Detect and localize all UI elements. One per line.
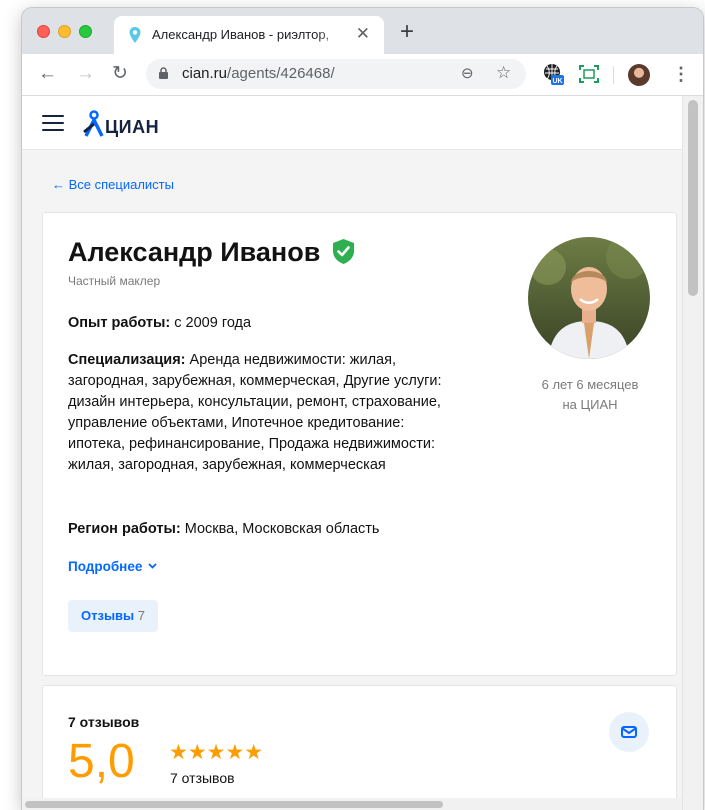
experience-label: Опыт работы: bbox=[68, 315, 171, 331]
horizontal-scrollbar-thumb[interactable] bbox=[25, 801, 443, 808]
reviews-title: 7 отзывов bbox=[68, 714, 140, 730]
tenure-on-cian: 6 лет 6 месяцев на ЦИАН bbox=[521, 375, 659, 415]
chevron-down-icon bbox=[148, 563, 157, 569]
tenure-duration: 6 лет 6 месяцев bbox=[541, 377, 639, 392]
url-path: /agents/426468/ bbox=[227, 65, 335, 82]
page-viewport: ЦИАН ← Все специалисты Александр Иванов … bbox=[22, 96, 703, 810]
tenure-suffix: на ЦИАН bbox=[562, 397, 618, 412]
rating-stars: ★★★★★ bbox=[169, 741, 264, 764]
specialization-label: Специализация: bbox=[68, 352, 186, 368]
extension-badge: UK bbox=[552, 78, 562, 85]
forward-arrow-icon[interactable]: → bbox=[76, 63, 95, 85]
agent-name: Александр Иванов bbox=[68, 237, 321, 267]
vertical-scrollbar-thumb[interactable] bbox=[688, 100, 698, 296]
specialization-value: Аренда недвижимости: жилая, загородная, … bbox=[68, 352, 442, 473]
maximize-window-button[interactable] bbox=[79, 25, 92, 38]
url-host: cian.ru bbox=[182, 65, 228, 82]
experience-row: Опыт работы: с 2009 года bbox=[68, 313, 448, 334]
hamburger-menu-icon[interactable] bbox=[42, 115, 64, 131]
location-pin-icon bbox=[129, 27, 141, 43]
profile-avatar[interactable] bbox=[628, 64, 650, 86]
reviews-count: 7 отзывов bbox=[170, 770, 235, 786]
bookmark-star-icon[interactable]: ☆ bbox=[496, 63, 511, 83]
browser-tab-active[interactable]: Александр Иванов - риэлтор, ✕ bbox=[114, 16, 384, 54]
cian-logo-icon bbox=[83, 110, 104, 137]
region-label: Регион работы: bbox=[68, 521, 181, 537]
reload-icon[interactable]: ↻ bbox=[112, 63, 128, 85]
write-message-button[interactable] bbox=[609, 712, 649, 752]
browser-toolbar: ← → ↻ cian.ru/agents/426468/ ⊖ ☆ UK ⋮ bbox=[22, 54, 703, 96]
region-row: Регион работы: Москва, Московская област… bbox=[68, 519, 448, 540]
envelope-icon bbox=[621, 726, 637, 738]
agent-type: Частный маклер bbox=[68, 274, 161, 288]
zoom-icon[interactable]: ⊖ bbox=[461, 64, 474, 82]
minimize-window-button[interactable] bbox=[58, 25, 71, 38]
verified-shield-icon bbox=[333, 239, 354, 264]
screen-capture-extension-icon[interactable] bbox=[579, 65, 599, 83]
more-details-link[interactable]: Подробнее bbox=[68, 559, 157, 574]
region-value: Москва, Московская область bbox=[180, 521, 380, 537]
agent-profile-card: Александр Иванов Частный маклер Опыт раб… bbox=[42, 212, 677, 676]
specialization-row: Специализация: Аренда недвижимости: жила… bbox=[68, 350, 448, 476]
agent-photo bbox=[528, 237, 650, 359]
tab-close-icon[interactable]: ✕ bbox=[356, 24, 370, 44]
lock-icon bbox=[159, 67, 168, 79]
more-details-label: Подробнее bbox=[68, 559, 143, 574]
close-window-button[interactable] bbox=[37, 25, 50, 38]
new-tab-button[interactable]: + bbox=[400, 20, 414, 44]
back-arrow-icon[interactable]: ← bbox=[38, 63, 57, 85]
reviews-pill-label: Отзывы bbox=[81, 608, 135, 623]
browser-menu-icon[interactable]: ⋮ bbox=[672, 64, 690, 84]
rating-score: 5,0 bbox=[68, 735, 135, 788]
toolbar-separator bbox=[613, 66, 614, 84]
reviews-tab-button[interactable]: Отзывы 7 bbox=[68, 600, 158, 632]
address-bar[interactable]: cian.ru/agents/426468/ ⊖ ☆ bbox=[146, 59, 526, 89]
reviews-card: 7 отзывов 5,0 ★★★★★ 7 отзывов bbox=[42, 685, 677, 810]
url-text: cian.ru/agents/426468/ bbox=[182, 65, 335, 82]
back-to-specialists-link[interactable]: ← Все специалисты bbox=[52, 177, 174, 192]
vertical-scrollbar[interactable] bbox=[682, 96, 703, 810]
reviews-pill-count: 7 bbox=[137, 608, 145, 623]
browser-window: Александр Иванов - риэлтор, ✕ + ← → ↻ ci… bbox=[22, 8, 703, 810]
site-header: ЦИАН bbox=[22, 96, 682, 150]
tab-title: Александр Иванов - риэлтор, bbox=[152, 27, 330, 42]
vpn-globe-extension-icon[interactable]: UK bbox=[542, 63, 564, 85]
tab-bar: Александр Иванов - риэлтор, ✕ + bbox=[22, 8, 703, 54]
experience-value: с 2009 года bbox=[170, 315, 252, 331]
logo-text: ЦИАН bbox=[105, 117, 160, 137]
cian-logo[interactable]: ЦИАН bbox=[83, 110, 159, 138]
horizontal-scrollbar[interactable] bbox=[22, 798, 682, 810]
